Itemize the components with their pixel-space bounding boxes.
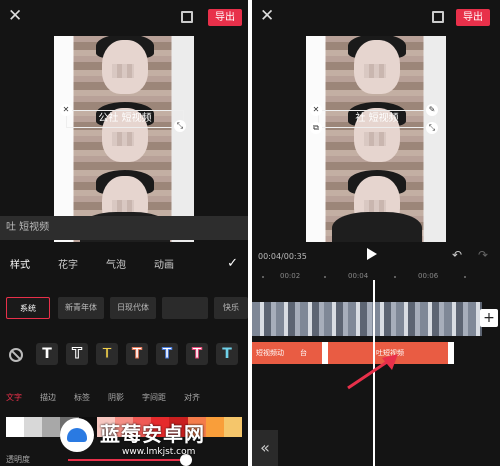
subtab-shadow[interactable]: 阴影 bbox=[108, 392, 124, 403]
subtitle-box[interactable]: 社 短视频 bbox=[318, 110, 436, 128]
delete-subtitle-icon[interactable]: ✕ bbox=[60, 104, 72, 116]
segment-trim-handle[interactable] bbox=[448, 342, 454, 364]
style-preset-yellow[interactable]: T bbox=[96, 343, 118, 365]
close-icon[interactable]: ✕ bbox=[8, 6, 22, 26]
tab-flower-text[interactable]: 花字 bbox=[58, 256, 78, 271]
subtitle-text-input[interactable]: 吐 短视频 bbox=[0, 216, 248, 240]
subtitle-segment[interactable]: 短视频动 bbox=[252, 342, 284, 364]
edit-subtitle-icon[interactable]: ✎ bbox=[426, 104, 438, 116]
style-tabs: 样式 花字 气泡 动画 ✓ bbox=[0, 256, 248, 276]
play-icon[interactable] bbox=[367, 248, 377, 260]
ruler-tick: 00:06 bbox=[418, 272, 439, 280]
style-preset-blue-outline[interactable]: T bbox=[156, 343, 178, 365]
font-selector: 系统 新青年体 日现代体 快乐 bbox=[0, 297, 248, 321]
ruler-dot bbox=[324, 276, 326, 278]
fullscreen-icon[interactable] bbox=[181, 11, 193, 23]
style-preset-outline[interactable]: T bbox=[66, 343, 88, 365]
fullscreen-icon[interactable] bbox=[432, 11, 444, 23]
style-preset-pink-outline[interactable]: T bbox=[186, 343, 208, 365]
blurred-face bbox=[112, 64, 134, 78]
top-bar: ✕ 导出 bbox=[252, 0, 500, 36]
style-preset-orange-outline[interactable]: T bbox=[126, 343, 148, 365]
subtitle-box[interactable]: 公社 短视频 bbox=[66, 110, 184, 128]
ruler-dot bbox=[394, 276, 396, 278]
blurred-face bbox=[364, 132, 386, 146]
opacity-label: 透明度 bbox=[6, 455, 30, 464]
watermark-title: 蓝莓安卓网 bbox=[100, 422, 205, 446]
ruler-tick: 00:02 bbox=[280, 272, 301, 280]
blurred-face bbox=[112, 132, 134, 146]
subtab-label[interactable]: 标签 bbox=[74, 392, 90, 403]
subtab-text[interactable]: 文字 bbox=[6, 392, 22, 403]
site-watermark: 蓝莓安卓网 www.lmkjst.com bbox=[58, 414, 248, 466]
export-button[interactable]: 导出 bbox=[456, 9, 490, 26]
video-preview[interactable] bbox=[306, 36, 446, 242]
redo-icon[interactable]: ↷ bbox=[478, 248, 488, 262]
scale-handle-icon[interactable]: ⤡ bbox=[174, 120, 186, 132]
watermark-url: www.lmkjst.com bbox=[122, 447, 196, 457]
tab-animation[interactable]: 动画 bbox=[154, 256, 174, 271]
segment-trim-handle[interactable] bbox=[322, 342, 328, 364]
color-swatch[interactable] bbox=[24, 417, 43, 437]
subtab-stroke[interactable]: 描边 bbox=[40, 392, 56, 403]
top-bar: ✕ 导出 bbox=[0, 0, 248, 36]
copy-subtitle-icon[interactable]: ⧉ bbox=[310, 122, 322, 134]
android-logo-icon bbox=[60, 418, 94, 452]
ruler-tick: 00:04 bbox=[348, 272, 369, 280]
scale-handle-icon[interactable]: ⤡ bbox=[426, 122, 438, 134]
right-editor-pane: ✕ 导出 社 短视频 ✕ ✎ ⧉ ⤡ 00:04/00:35 ↶ ↷ 00:02… bbox=[252, 0, 500, 466]
confirm-check-icon[interactable]: ✓ bbox=[227, 256, 238, 271]
figure-body bbox=[332, 212, 422, 242]
text-style-presets: T T T T T T T bbox=[0, 343, 248, 369]
left-editor-pane: ✕ 导出 公社 短视频 ✕ ⤡ 吐 短视频 样式 花字 气泡 动画 ✓ 系统 新… bbox=[0, 0, 248, 466]
blurred-face bbox=[364, 64, 386, 78]
subtitle-segment[interactable]: 台 bbox=[296, 342, 307, 364]
back-icon[interactable]: « bbox=[252, 430, 278, 466]
style-preset-cyan[interactable]: T bbox=[216, 343, 238, 365]
close-icon[interactable]: ✕ bbox=[260, 6, 274, 26]
ruler-dot bbox=[262, 276, 264, 278]
add-clip-button[interactable]: + bbox=[480, 309, 498, 327]
font-option[interactable]: 快乐 bbox=[214, 297, 248, 319]
font-option[interactable] bbox=[162, 297, 208, 319]
video-track[interactable] bbox=[252, 302, 482, 336]
timeline-ruler: 00:02 00:04 00:06 bbox=[252, 272, 500, 284]
annotation-arrow-icon bbox=[347, 354, 398, 390]
export-button[interactable]: 导出 bbox=[208, 9, 242, 26]
font-option-system[interactable]: 系统 bbox=[6, 297, 50, 319]
subtab-spacing[interactable]: 字间距 bbox=[142, 392, 166, 403]
text-subtabs: 文字 描边 标签 阴影 字间距 对齐 bbox=[0, 392, 248, 406]
tab-style[interactable]: 样式 bbox=[10, 256, 30, 271]
tab-bubble[interactable]: 气泡 bbox=[106, 256, 126, 271]
subtab-align[interactable]: 对齐 bbox=[184, 392, 200, 403]
delete-subtitle-icon[interactable]: ✕ bbox=[310, 104, 322, 116]
style-preset-white[interactable]: T bbox=[36, 343, 58, 365]
font-option[interactable]: 日现代体 bbox=[110, 297, 156, 319]
time-readout: 00:04/00:35 bbox=[258, 252, 307, 261]
color-swatch[interactable] bbox=[6, 417, 25, 437]
video-preview[interactable] bbox=[54, 36, 194, 242]
font-option[interactable]: 新青年体 bbox=[58, 297, 104, 319]
undo-icon[interactable]: ↶ bbox=[452, 248, 462, 262]
no-style-icon[interactable] bbox=[9, 348, 23, 362]
ruler-dot bbox=[464, 276, 466, 278]
